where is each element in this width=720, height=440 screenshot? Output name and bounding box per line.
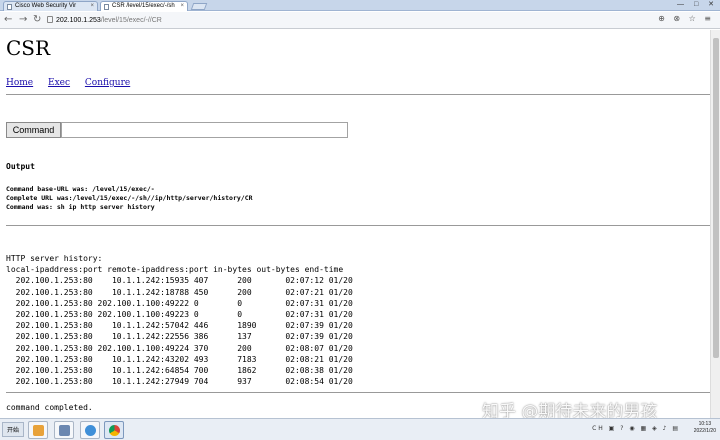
command-base-url: Command base-URL was: /level/15/exec/-: [6, 185, 155, 193]
history-row: 202.100.1.253:80 10.1.1.242:15935 407 20…: [15, 276, 353, 286]
history-row: 202.100.1.253:80 202.100.1.100:49222 0 0…: [15, 298, 353, 308]
history-row: 202.100.1.253:80 10.1.1.242:18788 450 20…: [15, 287, 353, 297]
complete-url: Complete URL was:/level/15/exec/-/sh//ip…: [6, 194, 253, 202]
command-completed: command completed.: [6, 403, 93, 412]
history-row: 202.100.1.253:80 202.100.1.100:49224 370…: [15, 343, 353, 353]
back-icon[interactable]: ←: [4, 14, 12, 25]
system-tray[interactable]: CH ▣ ? ◉ ▦ ◈ ♪ ▤: [592, 425, 680, 432]
tab-title: CSR /level/15/exec/-/sh: [112, 3, 175, 9]
toolbar-icons[interactable]: ⊕ ⊗ ☆ ≡: [658, 14, 714, 23]
page-icon: [7, 4, 12, 10]
page-content: CSR Home Exec Configure Command Output C…: [0, 30, 710, 418]
taskbar-network-app[interactable]: [54, 421, 74, 439]
taskbar-media-player[interactable]: [28, 421, 48, 439]
page-title: CSR: [6, 36, 51, 60]
command-input[interactable]: [61, 122, 348, 138]
navigation-bar: ← → ↻ 202.100.1.253/level/15/exec/-//CR …: [0, 12, 720, 29]
tab-close-icon[interactable]: ×: [180, 2, 184, 11]
chrome-icon: [109, 425, 120, 436]
command-button[interactable]: Command: [6, 122, 61, 138]
window-controls[interactable]: — □ ✕: [677, 0, 718, 8]
vertical-scrollbar[interactable]: [710, 30, 720, 418]
history-row: 202.100.1.253:80 10.1.1.242:64854 700 18…: [15, 366, 353, 376]
scrollbar-thumb[interactable]: [713, 38, 719, 358]
clock-date: 2022/1/20: [693, 428, 716, 434]
new-tab-button[interactable]: [190, 3, 208, 10]
media-player-icon: [33, 425, 44, 436]
nav-link-configure[interactable]: Configure: [85, 78, 130, 88]
http-server-history: HTTP server history: local-ipaddress:por…: [6, 253, 353, 387]
command-was: Command was: sh ip http server history: [6, 203, 155, 211]
address-bar[interactable]: 202.100.1.253/level/15/exec/-//CR: [47, 14, 667, 27]
clock-time: 10:13: [698, 421, 712, 427]
nav-link-exec[interactable]: Exec: [48, 78, 70, 88]
history-row: 202.100.1.253:80 10.1.1.242:43202 493 71…: [15, 354, 353, 364]
network-icon: [59, 425, 70, 436]
divider: [6, 94, 710, 95]
start-button[interactable]: 开始: [2, 422, 24, 437]
history-row: 202.100.1.253:80 10.1.1.242:57042 446 18…: [15, 321, 353, 331]
tab-title: Cisco Web Security Vir: [15, 3, 77, 9]
tab-close-icon[interactable]: ×: [90, 2, 94, 11]
history-row: 202.100.1.253:80 10.1.1.242:27949 704 93…: [15, 377, 353, 387]
ie-icon: [85, 425, 96, 436]
forward-icon[interactable]: →: [19, 14, 27, 25]
taskbar-chrome[interactable]: [104, 421, 124, 439]
tab-cisco-web-security[interactable]: Cisco Web Security Vir ×: [3, 1, 98, 11]
tab-csr-exec[interactable]: CSR /level/15/exec/-/sh ×: [100, 1, 188, 11]
history-row: 202.100.1.253:80 202.100.1.100:49223 0 0…: [15, 310, 353, 320]
page-info-icon[interactable]: [47, 16, 53, 23]
divider: [6, 225, 710, 226]
address-path: /level/15/exec/-//CR: [100, 17, 162, 24]
tab-strip: Cisco Web Security Vir × CSR /level/15/e…: [0, 0, 720, 11]
watermark: 知乎 @期待未来的男孩: [482, 402, 658, 418]
output-heading: Output: [6, 162, 35, 171]
taskbar-internet-explorer[interactable]: [80, 421, 100, 439]
command-info: Command base-URL was: /level/15/exec/- C…: [6, 185, 253, 212]
clock[interactable]: 10:13 2022/1/20: [694, 421, 716, 435]
history-row: 202.100.1.253:80 10.1.1.242:22556 386 13…: [15, 332, 353, 342]
page-icon: [104, 4, 109, 10]
taskbar: 开始 CH ▣ ? ◉ ▦ ◈ ♪ ▤ 10:13 2022/1/20: [0, 418, 720, 440]
nav-link-home[interactable]: Home: [6, 78, 33, 88]
history-header: local-ipaddress:port remote-ipaddress:po…: [6, 265, 344, 275]
reload-icon[interactable]: ↻: [33, 14, 41, 25]
divider: [6, 392, 710, 393]
page-nav: Home Exec Configure: [6, 78, 142, 88]
history-title: HTTP server history:: [6, 254, 103, 263]
address-host: 202.100.1.253: [56, 17, 101, 24]
